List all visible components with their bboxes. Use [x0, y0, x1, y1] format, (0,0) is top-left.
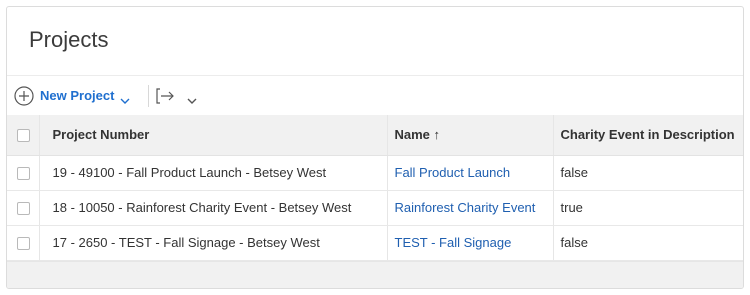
- charity-event-cell: true: [552, 190, 743, 226]
- plus-circle-icon: [14, 85, 34, 106]
- table-header-row: Project Number Name ↑ Charity Event in D…: [7, 115, 743, 156]
- project-name-link[interactable]: Rainforest Charity Event: [386, 190, 553, 226]
- row-checkbox[interactable]: [17, 167, 30, 181]
- export-button[interactable]: [155, 87, 197, 105]
- project-number-cell: 17 - 2650 - TEST - Fall Signage - Betsey…: [38, 225, 387, 261]
- chevron-down-icon: [120, 92, 130, 104]
- toolbar-divider: [148, 84, 150, 107]
- table-row[interactable]: 18 - 10050 - Rainforest Charity Event - …: [7, 190, 743, 226]
- column-header-project-number[interactable]: Project Number: [38, 115, 387, 156]
- toolbar: New Project: [7, 75, 743, 115]
- new-project-label: New Project: [40, 88, 115, 103]
- project-name-link[interactable]: Fall Product Launch: [386, 155, 553, 191]
- title-bar: Projects: [7, 7, 743, 75]
- row-select-cell: [7, 155, 39, 191]
- row-select-cell: [7, 225, 39, 261]
- row-checkbox[interactable]: [17, 202, 30, 216]
- project-number-cell: 19 - 49100 - Fall Product Launch - Betse…: [38, 155, 387, 191]
- charity-event-cell: false: [552, 225, 743, 261]
- column-header-name[interactable]: Name ↑: [386, 115, 553, 156]
- row-select-cell: [7, 190, 39, 226]
- table-footer: [7, 260, 743, 288]
- select-all-cell: [7, 115, 39, 156]
- projects-table: Project Number Name ↑ Charity Event in D…: [7, 115, 743, 261]
- table-row[interactable]: 19 - 49100 - Fall Product Launch - Betse…: [7, 155, 743, 191]
- charity-event-cell: false: [552, 155, 743, 191]
- project-name-link[interactable]: TEST - Fall Signage: [386, 225, 553, 261]
- new-project-button[interactable]: New Project: [14, 85, 130, 106]
- project-number-cell: 18 - 10050 - Rainforest Charity Event - …: [38, 190, 387, 226]
- projects-panel: Projects New Project Project Number Name…: [6, 6, 744, 289]
- select-all-checkbox[interactable]: [17, 129, 30, 143]
- chevron-down-icon: [187, 92, 197, 104]
- table-row[interactable]: 17 - 2650 - TEST - Fall Signage - Betsey…: [7, 225, 743, 261]
- export-arrow-icon: [155, 87, 175, 105]
- page-title: Projects: [29, 27, 109, 52]
- column-header-charity-event[interactable]: Charity Event in Description: [552, 115, 743, 156]
- row-checkbox[interactable]: [17, 237, 30, 251]
